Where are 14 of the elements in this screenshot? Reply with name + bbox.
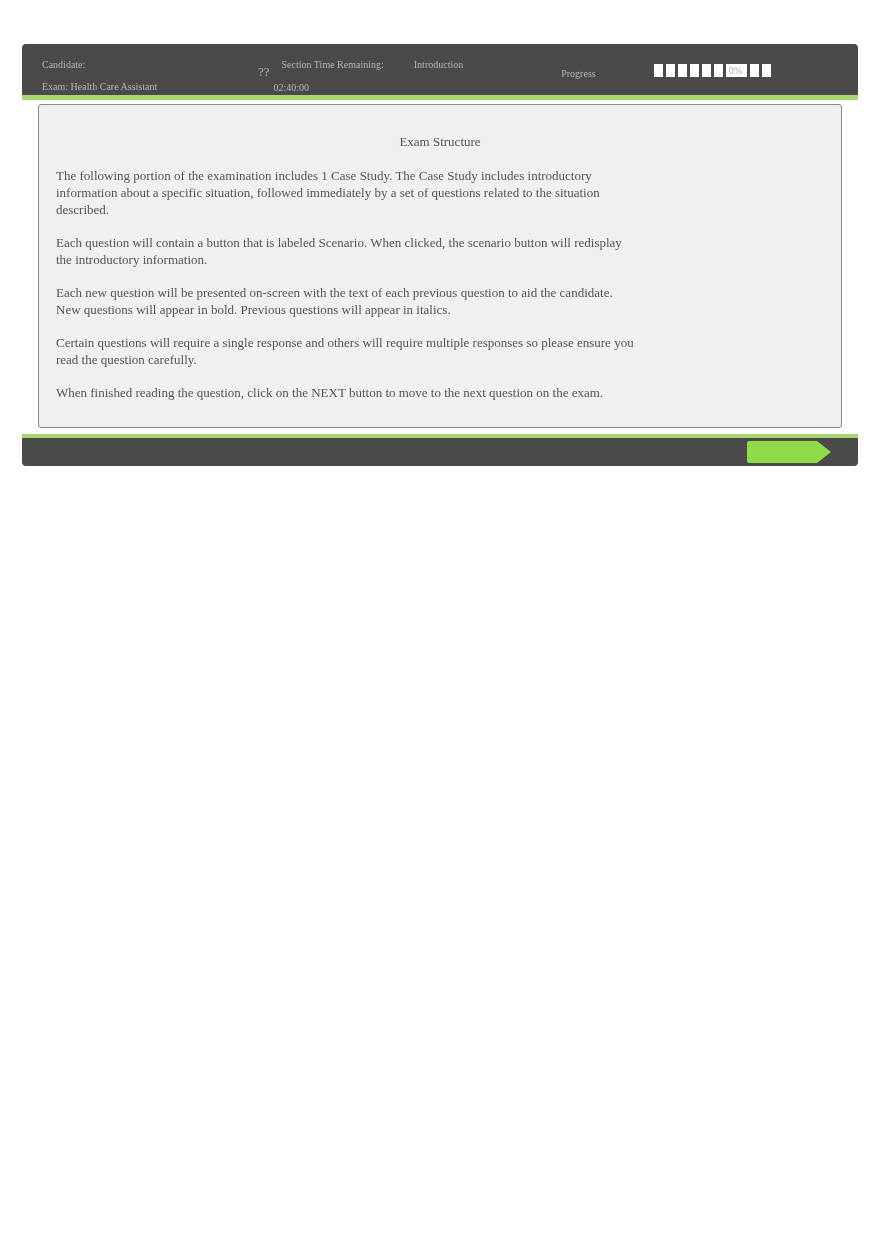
next-button[interactable] xyxy=(747,441,831,463)
paragraph: When finished reading the question, click on the NEXT button to move to the next question on the exam. xyxy=(56,384,605,401)
progress-label: Progress xyxy=(561,67,596,81)
panel-title: Exam Structure xyxy=(398,133,482,150)
paragraph: Each question will contain a button that is labeled Scenario. When clicked, the scenario button will redisplay the introductory information. xyxy=(56,234,623,268)
paragraph: The following portion of the examination includes 1 Case Study. The Case Study includes introductory information about a specific situation, followed immediately by a set of questions related to the situation described. xyxy=(56,167,601,218)
exam-name: Exam: Health Care Assistant xyxy=(42,80,159,94)
candidate-label: Candidate: xyxy=(42,58,87,72)
paragraph: Each new question will be presented on-screen with the text of each previous question to aid the candidate. New questions will appear in bold. Previous questions will appear in italics. xyxy=(56,284,614,318)
section-name: Introduction xyxy=(413,58,464,72)
time-label: Section Time Remaining: xyxy=(281,58,384,72)
help-link[interactable]: ?? xyxy=(258,62,270,82)
time-remaining: 02:40:00 xyxy=(273,81,311,95)
paragraph: Certain questions will require a single response and others will require multiple responses so please ensure you read the question carefully. xyxy=(56,334,635,368)
